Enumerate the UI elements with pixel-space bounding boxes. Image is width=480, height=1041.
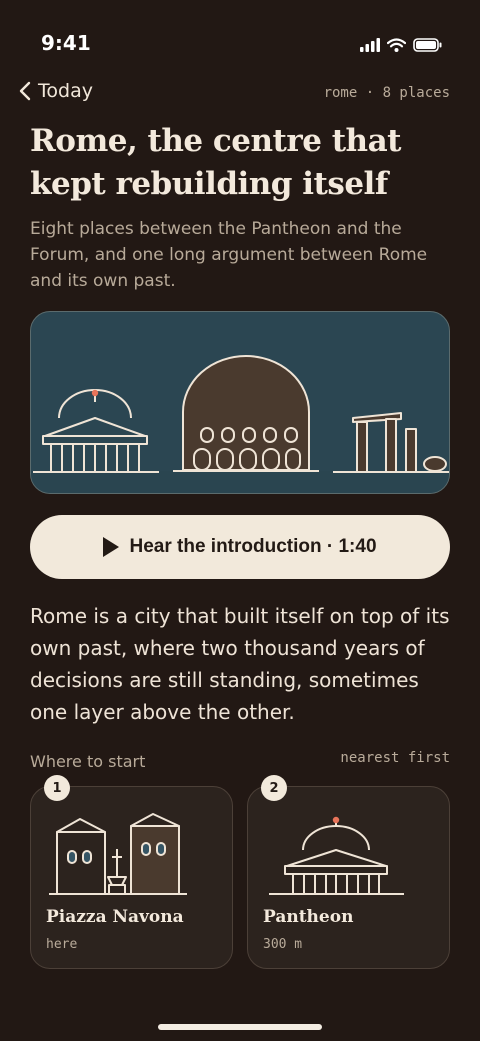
battery-icon (413, 38, 442, 52)
play-icon (103, 537, 120, 557)
section-title: Where to start (30, 752, 146, 771)
hero-illustration (30, 311, 450, 494)
wifi-icon (387, 38, 406, 52)
where-to-start-header: Where to start nearest first (30, 750, 450, 774)
intro-text: Rome is a city that built itself on top … (30, 604, 450, 724)
place-card-piazza-navona[interactable]: 1 Piazza Navona here (30, 775, 233, 969)
skyline-illustration (33, 355, 449, 473)
place-distance: here (46, 937, 78, 952)
play-introduction-button[interactable]: Hear the introduction · 1:40 (30, 515, 450, 579)
cellular-signal-icon (360, 38, 380, 52)
back-button[interactable]: Today (18, 80, 93, 102)
status-icons (360, 38, 442, 52)
forum-ruins-icon (333, 412, 449, 473)
place-card-pantheon[interactable]: 2 Pantheon 300 m (247, 775, 450, 969)
sort-option[interactable]: nearest first (340, 750, 450, 766)
pantheon-icon (33, 389, 159, 473)
status-bar: 9:41 (0, 0, 480, 70)
lead-text: Eight places between the Pantheon and th… (30, 219, 428, 291)
city-meta: rome · 8 places (323, 85, 450, 101)
place-number: 1 (44, 775, 70, 801)
status-time: 9:41 (41, 31, 91, 55)
home-indicator[interactable] (158, 1024, 322, 1030)
back-label: Today (38, 80, 93, 102)
play-label: Hear the introduction · 1:40 (129, 536, 377, 557)
pantheon-accent (91, 389, 99, 397)
piazza-navona-icon (49, 813, 187, 895)
pantheon-icon (269, 816, 404, 895)
place-number: 2 (261, 775, 287, 801)
top-nav: Today rome · 8 places (0, 80, 480, 110)
page-title: Rome, the centre that kept rebuilding it… (30, 123, 402, 202)
place-distance: 300 m (263, 937, 303, 952)
place-name: Pantheon (263, 907, 354, 927)
chevron-left-icon (19, 81, 31, 101)
place-name: Piazza Navona (46, 907, 184, 927)
colosseum-icon (173, 355, 319, 472)
